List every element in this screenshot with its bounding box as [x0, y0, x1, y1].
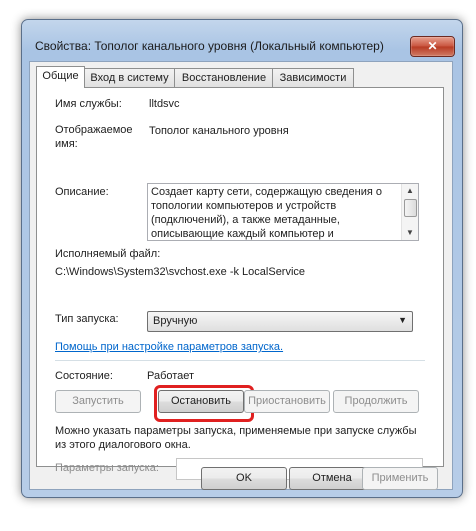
display-name-label: Отображаемое имя:	[55, 124, 133, 150]
tab-label: Зависимости	[279, 72, 347, 84]
tab-dependencies[interactable]: Зависимости	[272, 68, 354, 87]
tab-label: Вход в систему	[90, 72, 169, 84]
start-button[interactable]: Запустить	[55, 390, 141, 413]
tab-logon[interactable]: Вход в систему	[83, 68, 176, 87]
description-label: Описание:	[55, 186, 109, 198]
resume-button[interactable]: Продолжить	[333, 390, 419, 413]
tab-recovery[interactable]: Восстановление	[174, 68, 274, 87]
status-label: Состояние:	[55, 370, 113, 382]
tab-general[interactable]: Общие	[36, 66, 85, 88]
ok-button[interactable]: OK	[201, 467, 287, 490]
startup-type-select[interactable]: Вручную ▼	[147, 311, 413, 332]
scroll-down-icon[interactable]: ▼	[402, 226, 418, 240]
stop-button-highlight	[154, 385, 254, 422]
tab-label: Общие	[42, 70, 79, 82]
general-tab-panel: Имя службы: lltdsvc Отображаемое имя: То…	[36, 87, 444, 480]
separator	[55, 360, 425, 361]
display-name-value: Тополог канального уровня	[149, 125, 289, 137]
params-label: Параметры запуска:	[55, 462, 159, 474]
executable-path: C:\Windows\System32\svchost.exe -k Local…	[55, 266, 306, 278]
service-name-value: lltdsvc	[149, 98, 180, 110]
service-name-label: Имя службы:	[55, 98, 122, 110]
chevron-down-icon: ▼	[398, 315, 407, 325]
startup-type-label: Тип запуска:	[55, 313, 119, 325]
pause-button[interactable]: Приостановить	[244, 390, 330, 413]
executable-label: Исполняемый файл:	[55, 248, 161, 260]
startup-type-value: Вручную	[153, 315, 198, 327]
description-text: Создает карту сети, содержащую сведения …	[151, 186, 383, 240]
description-scrollbar[interactable]: ▲ ▼	[401, 184, 418, 240]
close-button[interactable]: ✕	[410, 36, 455, 57]
status-value: Работает	[147, 370, 195, 382]
params-hint: Можно указать параметры запуска, применя…	[55, 425, 417, 451]
scroll-thumb[interactable]	[404, 199, 417, 217]
dialog-frame: ✕ Общие Вход в систему Восстановление За…	[21, 19, 461, 496]
startup-help-link[interactable]: Помощь при настройке параметров запуска.	[55, 341, 283, 353]
tab-label: Восстановление	[181, 72, 267, 84]
close-icon: ✕	[427, 39, 438, 53]
scroll-up-icon[interactable]: ▲	[402, 184, 418, 198]
apply-button[interactable]: Применить	[362, 467, 438, 490]
dialog-client-area: Общие Вход в систему Восстановление Зави…	[29, 61, 453, 490]
description-textbox[interactable]: Создает карту сети, содержащую сведения …	[147, 183, 419, 241]
